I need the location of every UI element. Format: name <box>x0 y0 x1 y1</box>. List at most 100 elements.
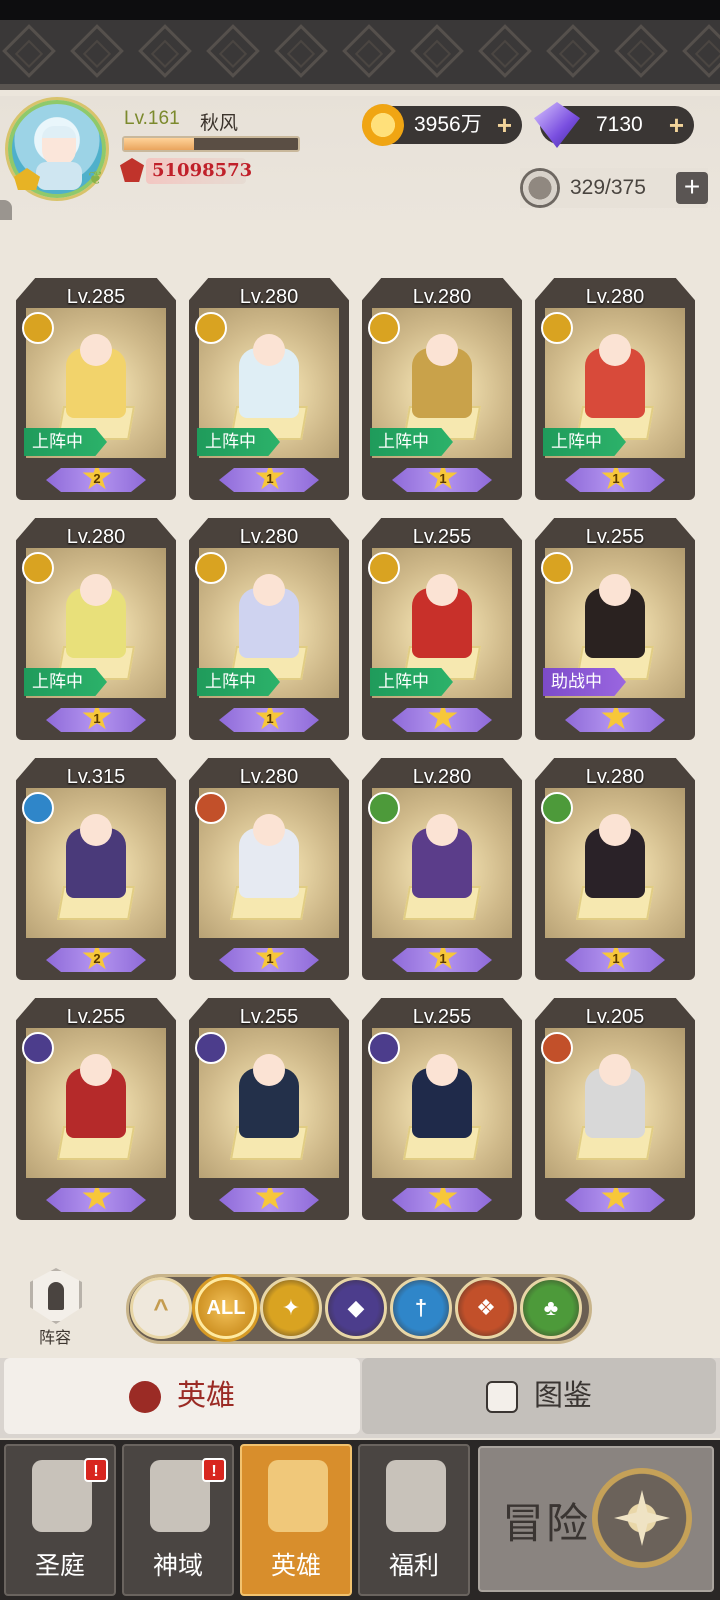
star-icon: 1 <box>255 948 285 970</box>
avatar-body <box>36 162 82 190</box>
alert-badge: ! <box>84 1458 108 1482</box>
water-faction-icon[interactable]: † <box>390 1277 452 1339</box>
hero-level: Lv.280 <box>239 286 299 308</box>
star-icon: 2 <box>82 948 112 970</box>
stamina-counter: 329/375 + <box>520 168 708 208</box>
fire-faction-icon[interactable]: ❖ <box>455 1277 517 1339</box>
adventure-button[interactable]: 冒险 <box>478 1446 714 1592</box>
hero-card[interactable]: Lv.255 上阵中 <box>362 518 522 740</box>
hero-card[interactable]: Lv.280 上阵中 1 <box>535 278 695 500</box>
hero-star-bar: 1 <box>219 948 319 972</box>
hero-card[interactable]: Lv.280 上阵中 1 <box>189 278 349 500</box>
light-faction-icon[interactable]: ✦ <box>260 1277 322 1339</box>
star-icon: 1 <box>601 468 631 490</box>
gold-value: 3956万 <box>414 113 482 136</box>
hero-level: Lv.280 <box>412 286 472 308</box>
nature-faction-icon[interactable]: ♣ <box>520 1277 582 1339</box>
hero-level: Lv.280 <box>239 766 299 788</box>
light-faction-icon <box>195 552 227 584</box>
hero-card[interactable]: Lv.280 1 <box>362 758 522 980</box>
hero-star-bar <box>392 708 492 732</box>
hero-star-bar: 2 <box>46 468 146 492</box>
hero-star-bar: 1 <box>219 468 319 492</box>
combat-power: 51098573 <box>146 158 252 184</box>
hero-card[interactable]: Lv.315 2 <box>16 758 176 980</box>
decor-diamond <box>206 24 260 78</box>
nav-crystal[interactable]: 神域! <box>122 1444 234 1596</box>
formation-button[interactable]: 阵容 <box>22 1268 88 1348</box>
star-icon <box>601 708 631 730</box>
all-filter-icon[interactable]: ALL <box>195 1277 257 1339</box>
tab-hero[interactable]: 英雄 <box>4 1358 360 1434</box>
hero-sprite <box>585 1054 645 1138</box>
fire-faction-icon <box>541 1032 573 1064</box>
hero-sprite <box>239 1054 299 1138</box>
nav-chest[interactable]: 福利 <box>358 1444 470 1596</box>
hero-tab-icon <box>128 1381 161 1414</box>
player-level: Lv.161 <box>124 108 180 129</box>
hero-card[interactable]: Lv.255 助战中 <box>535 518 695 740</box>
hero-card[interactable]: Lv.280 上阵中 1 <box>189 518 349 740</box>
hero-status-badge: 上阵中 <box>370 668 453 696</box>
hero-card[interactable]: Lv.255 <box>362 998 522 1220</box>
nav-helmet[interactable]: 英雄 <box>240 1444 352 1596</box>
nav-castle[interactable]: 圣庭! <box>4 1444 116 1596</box>
light-faction-icon <box>368 552 400 584</box>
hero-card[interactable]: Lv.280 上阵中 1 <box>16 518 176 740</box>
hero-sprite <box>239 334 299 418</box>
hero-status-badge: 上阵中 <box>24 668 107 696</box>
star-icon: 2 <box>82 468 112 490</box>
hero-level: Lv.285 <box>66 286 126 308</box>
hero-card[interactable]: Lv.280 1 <box>535 758 695 980</box>
decor-diamond <box>342 24 396 78</box>
hero-star-bar <box>392 1188 492 1212</box>
hero-sprite <box>66 814 126 898</box>
dark-faction-icon[interactable]: ◆ <box>325 1277 387 1339</box>
hero-sprite <box>585 814 645 898</box>
decor-diamond <box>274 24 328 78</box>
adventure-label: 冒险 <box>502 1500 591 1547</box>
hero-star-bar: 1 <box>565 468 665 492</box>
light-faction-icon <box>368 312 400 344</box>
xp-fill <box>124 138 194 150</box>
hero-sprite <box>239 814 299 898</box>
tab-hero-label: 英雄 <box>176 1380 235 1412</box>
tab-codex-label: 图鉴 <box>533 1380 592 1412</box>
chess-pawn-icon <box>48 1282 64 1310</box>
decor-diamond <box>138 24 192 78</box>
light-faction-icon <box>22 552 54 584</box>
hero-card[interactable]: Lv.255 <box>16 998 176 1220</box>
tab-codex[interactable]: 图鉴 <box>362 1358 716 1434</box>
light-faction-icon <box>541 552 573 584</box>
xp-bar <box>122 136 300 152</box>
add-gold-button[interactable]: + <box>497 106 512 144</box>
hero-card[interactable]: Lv.280 1 <box>189 758 349 980</box>
decor-diamond <box>410 24 464 78</box>
star-icon <box>601 1188 631 1210</box>
add-stamina-button[interactable]: + <box>676 172 708 204</box>
light-faction-icon <box>195 312 227 344</box>
stamina-value: 329/375 <box>570 176 646 199</box>
nav-label: 圣庭 <box>34 1552 85 1580</box>
hero-card[interactable]: Lv.205 <box>535 998 695 1220</box>
decor-diamond <box>614 24 668 78</box>
hero-star-bar: 1 <box>219 708 319 732</box>
hero-card[interactable]: Lv.285 上阵中 2 <box>16 278 176 500</box>
hero-level: Lv.255 <box>66 1006 126 1028</box>
hero-status-badge: 上阵中 <box>197 668 280 696</box>
nav-label: 神域 <box>152 1552 203 1580</box>
hero-level: Lv.280 <box>239 526 299 548</box>
leaf-icon: ❦ <box>88 168 104 188</box>
nav-label: 福利 <box>388 1552 439 1580</box>
alert-badge: ! <box>202 1458 226 1482</box>
hero-card[interactable]: Lv.280 上阵中 1 <box>362 278 522 500</box>
add-gems-button[interactable]: + <box>669 106 684 144</box>
crystal-icon <box>150 1460 210 1532</box>
hero-card[interactable]: Lv.255 <box>189 998 349 1220</box>
star-icon: 1 <box>82 708 112 730</box>
chest-icon <box>386 1460 446 1532</box>
up-arrow-icon[interactable]: ^ <box>130 1277 192 1339</box>
star-icon <box>82 1188 112 1210</box>
decor-diamond <box>70 24 124 78</box>
light-faction-icon <box>22 312 54 344</box>
